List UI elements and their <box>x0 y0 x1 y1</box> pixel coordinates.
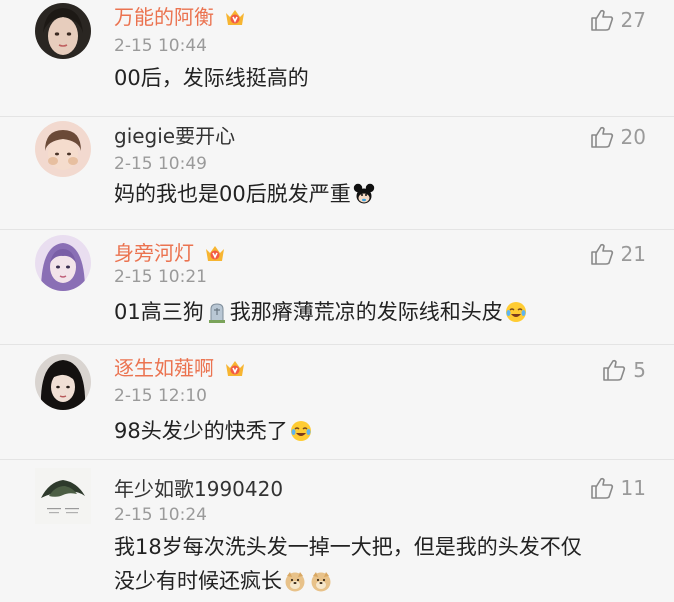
comment-text: 01高三狗 我那瘠薄荒凉的发际线和头皮 <box>114 295 654 329</box>
username[interactable]: 年少如歌1990420 <box>114 476 283 502</box>
avatar-image <box>35 235 91 291</box>
mickey-icon <box>353 183 374 204</box>
comment-text: 98头发少的快秃了 <box>114 414 654 448</box>
avatar[interactable] <box>35 354 91 410</box>
like-count: 21 <box>620 242 646 266</box>
like-button[interactable]: 11 <box>589 476 646 500</box>
vip-crown-icon <box>206 246 225 261</box>
comment-text-line2: 没少有时候还疯长 <box>114 569 282 593</box>
avatar-image <box>35 121 91 177</box>
laugh-cry-icon <box>290 421 311 441</box>
vip-crown-icon <box>226 10 245 25</box>
username[interactable]: 万能的阿衡 <box>114 4 246 30</box>
comment-text: 我18岁每次洗头发一掉一大把，但是我的头发不仅 没少有时候还疯长 <box>114 530 654 598</box>
avatar[interactable] <box>35 235 91 291</box>
thumbs-up-icon <box>590 477 613 499</box>
comment-item: 万能的阿衡 2-15 10:44 00后，发际线挺高的 27 <box>0 0 674 117</box>
comment-time: 2-15 10:24 <box>114 505 207 525</box>
username-text[interactable]: 身旁河灯 <box>114 241 194 265</box>
laugh-cry-icon <box>505 302 526 322</box>
username-text[interactable]: 万能的阿衡 <box>114 5 214 29</box>
username-text[interactable]: 逐生如薤啊 <box>114 356 214 380</box>
like-button[interactable]: 5 <box>601 358 646 382</box>
avatar[interactable] <box>35 121 91 177</box>
like-count: 20 <box>620 125 646 149</box>
comment-text-part1: 01高三狗 <box>114 300 204 324</box>
comment-item: 年少如歌1990420 2-15 10:24 我18岁每次洗头发一掉一大把，但是… <box>0 460 674 602</box>
thumbs-up-icon <box>590 9 613 31</box>
like-count: 5 <box>633 358 646 382</box>
username[interactable]: 逐生如薤啊 <box>114 355 246 381</box>
avatar-image <box>35 354 91 410</box>
like-button[interactable]: 20 <box>589 125 646 149</box>
comment-item: 逐生如薤啊 2-15 12:10 98头发少的快秃了 5 <box>0 345 674 460</box>
comment-text-content: 妈的我也是00后脱发严重 <box>114 182 351 206</box>
like-count: 11 <box>620 476 646 500</box>
comment-time: 2-15 10:21 <box>114 267 207 287</box>
comment-item: giegie要开心 2-15 10:49 妈的我也是00后脱发严重 20 <box>0 117 674 230</box>
comment-text-content: 98头发少的快秃了 <box>114 419 288 443</box>
avatar-image <box>35 3 91 59</box>
avatar-image <box>35 468 91 524</box>
doge-icon <box>285 572 305 592</box>
thumbs-up-icon <box>590 243 613 265</box>
comment-text: 00后，发际线挺高的 <box>114 66 309 90</box>
comment-time: 2-15 10:44 <box>114 36 207 56</box>
username[interactable]: 身旁河灯 <box>114 240 226 266</box>
avatar[interactable] <box>35 468 91 524</box>
like-button[interactable]: 27 <box>589 8 646 32</box>
doge-icon <box>311 572 331 592</box>
thumbs-up-icon <box>590 126 613 148</box>
username[interactable]: giegie要开心 <box>114 123 235 149</box>
thumbs-up-icon <box>603 359 626 381</box>
vip-crown-icon <box>226 361 245 376</box>
comment-text: 妈的我也是00后脱发严重 <box>114 177 654 211</box>
comment-item: 身旁河灯 2-15 10:21 01高三狗 我那瘠薄荒凉的发际线和头皮 21 <box>0 230 674 345</box>
comment-text-part2: 我那瘠薄荒凉的发际线和头皮 <box>229 300 503 324</box>
like-count: 27 <box>620 8 646 32</box>
like-button[interactable]: 21 <box>589 242 646 266</box>
comment-text-line1: 我18岁每次洗头发一掉一大把，但是我的头发不仅 <box>114 535 582 559</box>
comment-time: 2-15 10:49 <box>114 154 207 174</box>
comment-time: 2-15 12:10 <box>114 386 207 406</box>
comment-text-line2-wrap: 没少有时候还疯长 <box>114 564 654 598</box>
tomb-icon <box>208 303 225 323</box>
avatar[interactable] <box>35 3 91 59</box>
